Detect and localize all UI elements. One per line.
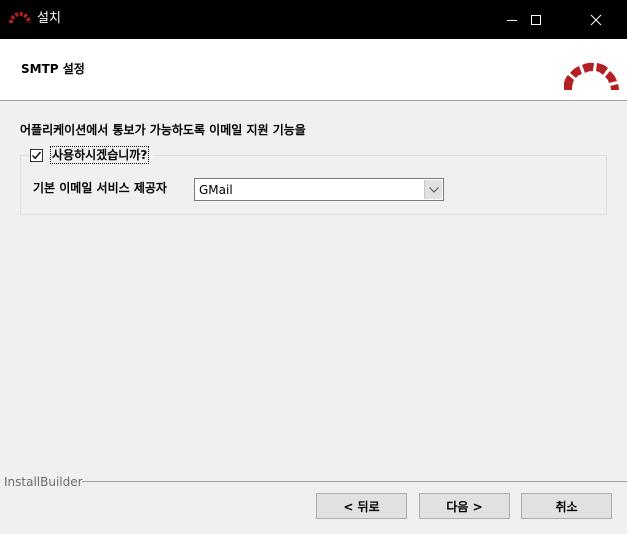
provider-select-value: GMail <box>199 183 233 197</box>
page-header: SMTP 설정 <box>0 39 627 101</box>
title-bar[interactable]: 설치 <box>0 0 627 39</box>
installbuilder-brand: InstallBuilder <box>4 475 83 489</box>
redmine-logo-icon <box>564 62 619 90</box>
close-button[interactable] <box>573 0 619 39</box>
cancel-button[interactable]: 취소 <box>521 493 612 519</box>
enable-email-checkbox-row[interactable]: 사용하시겠습니까? <box>30 146 154 164</box>
checkmark-icon <box>32 151 42 159</box>
enable-email-checkbox[interactable] <box>30 148 43 162</box>
provider-dropdown-button[interactable] <box>424 180 442 199</box>
installer-window: 설치 SMTP 설정 어플리케이션에서 통보가 가능하도록 이메일 지원 기능을… <box>0 0 627 534</box>
provider-label: 기본 이메일 서비스 제공자 <box>33 181 167 195</box>
close-icon <box>590 14 602 25</box>
maximize-icon <box>531 14 541 25</box>
intro-text: 어플리케이션에서 통보가 가능하도록 이메일 지원 기능을 <box>20 123 306 137</box>
maximize-button[interactable] <box>513 0 559 39</box>
chevron-down-icon <box>428 186 439 193</box>
page-title: SMTP 설정 <box>21 62 85 76</box>
window-title: 설치 <box>37 11 61 26</box>
next-button[interactable]: 다음 > <box>419 493 510 519</box>
enable-email-checkbox-label[interactable]: 사용하시겠습니까? <box>50 146 150 164</box>
footer-divider <box>82 481 627 482</box>
back-button[interactable]: < 뒤로 <box>316 493 407 519</box>
app-logo-icon <box>9 12 31 24</box>
provider-select[interactable]: GMail <box>194 178 444 201</box>
